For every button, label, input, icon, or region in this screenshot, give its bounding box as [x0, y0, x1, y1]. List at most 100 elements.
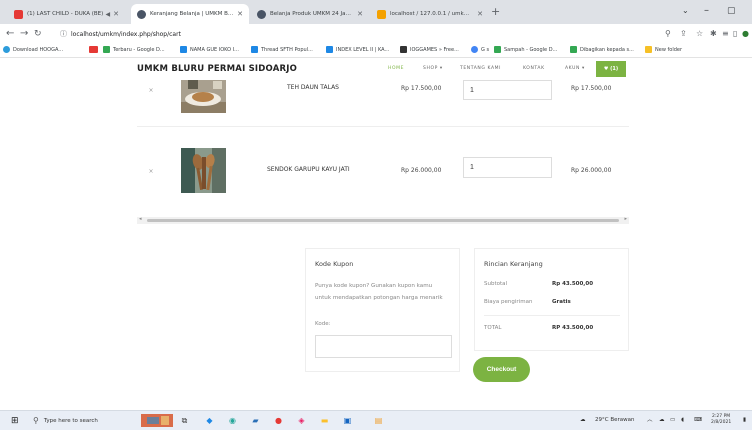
bookmark-item[interactable]	[89, 46, 101, 53]
scroll-right-icon[interactable]: ▸	[624, 216, 627, 222]
opera-icon[interactable]: ●	[272, 414, 285, 427]
nav-home[interactable]: HOME	[388, 66, 404, 71]
share-icon[interactable]: ⇪	[680, 28, 687, 40]
taskbar-search[interactable]: ⚲ Type here to search	[33, 413, 129, 428]
quantity-input[interactable]	[463, 80, 552, 100]
app-icon[interactable]: ◈	[295, 414, 308, 427]
bookmark-item[interactable]: Terbaru - Google D...	[103, 46, 165, 53]
keyboard-icon[interactable]: ⌨	[694, 416, 702, 425]
minimize-icon[interactable]: –	[704, 5, 709, 17]
network-icon[interactable]: ▭	[670, 416, 675, 425]
weather-icon[interactable]: ☁	[580, 416, 586, 425]
vscode-icon[interactable]: ◆	[203, 414, 216, 427]
nav-account[interactable]: AKUN ▾	[565, 66, 585, 71]
close-tab-icon[interactable]: ✕	[477, 10, 483, 18]
folder-icon	[645, 46, 652, 53]
profile-icon[interactable]: ●	[742, 28, 749, 40]
weather-text[interactable]: 29°C Berawan	[595, 416, 634, 425]
bookmark-label: Terbaru - Google D...	[113, 46, 165, 53]
notification-icon[interactable]: ▮	[743, 416, 746, 425]
bookmark-label: INDEX LEVEL II | KA...	[336, 46, 390, 53]
browser-tab-active[interactable]: Keranjang Belanja | UMKM Bluru ✕	[131, 4, 249, 24]
close-tab-icon[interactable]: ✕	[237, 10, 243, 18]
task-view-icon[interactable]: ⧉	[178, 414, 191, 427]
bookmark-label: New folder	[655, 46, 683, 53]
bookmark-label: NAMA GUE IOKO I...	[190, 46, 239, 53]
file-explorer-icon[interactable]: ▰	[249, 414, 262, 427]
bookmark-item[interactable]: Sampah - Google D...	[494, 46, 557, 53]
app-icon[interactable]: ▣	[341, 414, 354, 427]
bookmark-item[interactable]: INDEX LEVEL II | KA...	[326, 46, 389, 53]
close-tab-icon[interactable]: ✕	[357, 10, 363, 18]
total-label: TOTAL	[484, 325, 502, 331]
subtotal-label: Subtotal	[484, 281, 508, 287]
star-icon[interactable]: ☆	[696, 28, 703, 40]
bookmark-item[interactable]: Dibagikan kepada s...	[570, 46, 634, 53]
windows-start-icon[interactable]: ⊞	[11, 416, 19, 426]
browser-tab[interactable]: (1) LAST CHILD - DUKA (BE) ◀ ✕	[8, 4, 125, 24]
bookmark-item[interactable]: NAMA GUE IOKO I...	[180, 46, 239, 53]
forward-icon[interactable]: →	[20, 27, 28, 41]
totals-title: Rincian Keranjang	[484, 260, 543, 268]
product-name[interactable]: TEH DAUN TALAS	[287, 84, 339, 91]
mute-icon[interactable]: ◀	[106, 11, 111, 18]
bookmark-label: Thread SFTH Popul...	[261, 46, 313, 53]
coupon-title: Kode Kupon	[315, 260, 354, 268]
scrollbar-thumb[interactable]	[147, 219, 619, 222]
reload-icon[interactable]: ↻	[34, 27, 42, 41]
bookmark-item[interactable]: New folder	[645, 46, 682, 53]
maximize-icon[interactable]: ▢	[727, 5, 736, 17]
bookmark-item[interactable]: Download HOOGA...	[3, 46, 63, 53]
url-text[interactable]: localhost/umkm/index.php/shop/cart	[71, 31, 181, 38]
cart-button[interactable]: ♥ (1)	[596, 61, 626, 77]
new-tab-icon[interactable]: +	[491, 6, 500, 18]
folder-icon[interactable]: ▬	[318, 414, 331, 427]
sidepanel-icon[interactable]: ▯	[733, 28, 737, 40]
taskbar-clock[interactable]: 2:27 PM 2/8/2021	[711, 414, 731, 426]
browser-tab[interactable]: localhost / 127.0.0.1 / umkm / p ✕	[371, 4, 489, 24]
nav-shop[interactable]: SHOP ▾	[423, 66, 443, 71]
zoom-icon[interactable]: ⚲	[665, 28, 671, 40]
cart-row: × SENDOK GARUPU KAYU JATI Rp 26.000,00 R…	[137, 127, 629, 215]
back-icon[interactable]: ←	[6, 27, 14, 41]
bookmark-icon	[3, 46, 10, 53]
google-icon	[471, 46, 478, 53]
bookmark-item[interactable]: G s	[471, 46, 489, 53]
tab-search-icon[interactable]: ⌄	[682, 5, 689, 17]
site-brand[interactable]: UMKM BLURU PERMAI SIDOARJO	[137, 64, 297, 74]
quantity-input[interactable]	[463, 157, 552, 178]
bookmark-label: G s	[481, 46, 490, 53]
nav-contact[interactable]: KONTAK	[523, 66, 545, 71]
checkout-button[interactable]: Checkout	[473, 357, 530, 382]
tea-image	[181, 80, 226, 113]
app-icon[interactable]: ▤	[372, 414, 385, 427]
coupon-code-input[interactable]	[315, 335, 452, 358]
cloud-icon[interactable]: ☁	[659, 416, 665, 425]
address-bar[interactable]: ⓘ localhost/umkm/index.php/shop/cart	[60, 27, 660, 41]
extensions-icon[interactable]: ✱	[710, 28, 717, 40]
product-thumbnail-spoon[interactable]	[181, 148, 226, 193]
bookmark-label: IOGGAMES » Free...	[410, 46, 459, 53]
volume-icon[interactable]: ◖	[681, 416, 684, 425]
remove-item-icon[interactable]: ×	[145, 165, 157, 177]
news-widget-icon[interactable]	[141, 414, 173, 427]
tray-chevron-icon[interactable]: ︿	[647, 416, 653, 425]
scroll-left-icon[interactable]: ◂	[139, 216, 142, 222]
product-thumbnail-tea[interactable]	[181, 80, 226, 113]
reading-list-icon[interactable]: ≡	[722, 28, 729, 40]
cart-totals-panel: Rincian Keranjang Subtotal Rp 43.500,00 …	[474, 248, 629, 351]
nav-about[interactable]: TENTANG KAMI	[460, 66, 501, 71]
news-image	[141, 414, 173, 427]
table-horizontal-scrollbar[interactable]: ◂ ▸	[137, 216, 629, 224]
google-drive-icon	[103, 46, 110, 53]
taskbar-search-placeholder[interactable]: Type here to search	[44, 418, 98, 424]
browser-tab[interactable]: Belanja Produk UMKM 24 Jam | ✕	[251, 4, 369, 24]
bookmark-item[interactable]: IOGGAMES » Free...	[400, 46, 459, 53]
close-tab-icon[interactable]: ✕	[113, 10, 119, 18]
chrome-icon[interactable]: ◉	[226, 414, 239, 427]
info-icon[interactable]: ⓘ	[60, 29, 67, 39]
remove-item-icon[interactable]: ×	[145, 84, 157, 96]
bookmark-item[interactable]: Thread SFTH Popul...	[251, 46, 313, 53]
product-name[interactable]: SENDOK GARUPU KAYU JATI	[267, 166, 350, 173]
coupon-label: Kode:	[315, 321, 331, 327]
